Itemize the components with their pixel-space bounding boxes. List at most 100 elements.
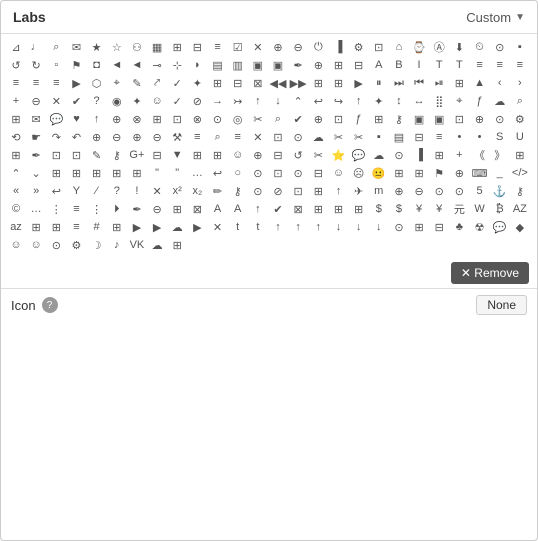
- icon-cell[interactable]: ⊘: [269, 182, 287, 200]
- icon-cell[interactable]: ▲: [471, 74, 489, 92]
- icon-cell[interactable]: •: [450, 128, 468, 146]
- icon-cell[interactable]: ⊞: [309, 200, 327, 218]
- icon-cell[interactable]: ✓: [168, 74, 186, 92]
- icon-cell[interactable]: ⊙: [450, 182, 468, 200]
- icon-cell[interactable]: ": [168, 164, 186, 182]
- icon-cell[interactable]: ⊕: [128, 128, 146, 146]
- icon-cell[interactable]: ⊙: [249, 164, 267, 182]
- icon-cell[interactable]: ¥: [410, 200, 428, 218]
- icon-cell[interactable]: ⊞: [410, 164, 428, 182]
- icon-cell[interactable]: ⌕: [47, 38, 65, 56]
- icon-cell[interactable]: ⊡: [269, 128, 287, 146]
- icon-cell[interactable]: ≡: [209, 38, 227, 56]
- icon-cell[interactable]: ✂: [329, 128, 347, 146]
- help-icon[interactable]: ?: [42, 297, 58, 313]
- icon-cell[interactable]: ♩: [27, 38, 45, 56]
- icon-cell[interactable]: ⊟: [229, 74, 247, 92]
- icon-cell[interactable]: ⊖: [148, 200, 166, 218]
- icon-cell[interactable]: ›: [511, 74, 529, 92]
- icon-cell[interactable]: ✈: [350, 182, 368, 200]
- icon-cell[interactable]: ⊟: [410, 128, 428, 146]
- icon-cell[interactable]: Ⓐ: [430, 38, 448, 56]
- icon-cell[interactable]: ▫: [47, 56, 65, 74]
- icon-cell[interactable]: ↑: [350, 92, 368, 110]
- icon-cell[interactable]: ☺: [7, 236, 25, 254]
- icon-cell[interactable]: 😐: [370, 164, 388, 182]
- icon-cell[interactable]: ✕: [249, 38, 267, 56]
- icon-cell[interactable]: ⚑: [67, 56, 85, 74]
- icon-cell[interactable]: ⊞: [148, 110, 166, 128]
- icon-cell[interactable]: G+: [128, 146, 146, 164]
- icon-cell[interactable]: ▼: [168, 146, 186, 164]
- icon-cell[interactable]: ↩: [47, 182, 65, 200]
- icon-cell[interactable]: ⏯: [430, 74, 448, 92]
- icon-cell[interactable]: ☛: [27, 128, 45, 146]
- icon-cell[interactable]: ☺: [329, 164, 347, 182]
- icon-cell[interactable]: ⌖: [108, 74, 126, 92]
- icon-cell[interactable]: ⊙: [249, 182, 267, 200]
- icon-cell[interactable]: ⬡: [88, 74, 106, 92]
- icon-cell[interactable]: ☑: [229, 38, 247, 56]
- icon-cell[interactable]: A: [209, 200, 227, 218]
- icon-cell[interactable]: ▶: [350, 74, 368, 92]
- icon-cell[interactable]: $: [390, 200, 408, 218]
- icon-cell[interactable]: ▐: [329, 38, 347, 56]
- icon-cell[interactable]: ▤: [390, 128, 408, 146]
- icon-cell[interactable]: #: [88, 218, 106, 236]
- icon-cell[interactable]: ⊗: [128, 110, 146, 128]
- icon-cell[interactable]: ↪: [329, 92, 347, 110]
- icon-cell[interactable]: ⚷: [229, 182, 247, 200]
- icon-cell[interactable]: ⊡: [370, 38, 388, 56]
- icon-cell[interactable]: ⊞: [47, 164, 65, 182]
- icon-cell[interactable]: ⏮: [410, 74, 428, 92]
- icon-cell[interactable]: ◆: [511, 218, 529, 236]
- icon-cell[interactable]: A: [229, 200, 247, 218]
- icon-cell[interactable]: ⊠: [188, 200, 206, 218]
- icon-cell[interactable]: 💬: [491, 218, 509, 236]
- icon-cell[interactable]: ⌕: [269, 110, 287, 128]
- icon-cell[interactable]: ⚷: [390, 110, 408, 128]
- icon-cell[interactable]: ◗: [188, 56, 206, 74]
- icon-cell[interactable]: m: [370, 182, 388, 200]
- icon-cell[interactable]: •: [471, 128, 489, 146]
- icon-cell[interactable]: ✕: [148, 182, 166, 200]
- icon-cell[interactable]: t: [249, 218, 267, 236]
- icon-cell[interactable]: ⁄: [88, 182, 106, 200]
- icon-cell[interactable]: ⏸: [370, 74, 388, 92]
- icon-cell[interactable]: ▪: [370, 128, 388, 146]
- icon-cell[interactable]: ⊞: [511, 146, 529, 164]
- icon-cell[interactable]: ☁: [309, 128, 327, 146]
- icon-cell[interactable]: ≡: [471, 56, 489, 74]
- icon-cell[interactable]: ⊗: [188, 110, 206, 128]
- icon-cell[interactable]: ✎: [128, 74, 146, 92]
- icon-cell[interactable]: ⊘: [188, 92, 206, 110]
- icon-cell[interactable]: I: [410, 56, 428, 74]
- icon-cell[interactable]: ⊖: [148, 128, 166, 146]
- icon-cell[interactable]: ©: [7, 200, 25, 218]
- icon-cell[interactable]: ⊙: [47, 236, 65, 254]
- icon-cell[interactable]: ⏻: [309, 38, 327, 56]
- icon-cell[interactable]: ⚷: [511, 182, 529, 200]
- icon-cell[interactable]: ✔: [289, 110, 307, 128]
- icon-cell[interactable]: ☺: [229, 146, 247, 164]
- icon-cell[interactable]: ⊞: [390, 164, 408, 182]
- icon-cell[interactable]: ⊞: [309, 74, 327, 92]
- icon-cell[interactable]: ○: [229, 164, 247, 182]
- icon-cell[interactable]: ⊖: [289, 38, 307, 56]
- icon-cell[interactable]: ⊞: [188, 146, 206, 164]
- icon-cell[interactable]: ⊞: [329, 200, 347, 218]
- icon-cell[interactable]: _: [491, 164, 509, 182]
- icon-cell[interactable]: ⊟: [350, 56, 368, 74]
- icon-cell[interactable]: ⊿: [7, 38, 25, 56]
- icon-cell[interactable]: </>: [511, 164, 529, 182]
- icon-cell[interactable]: ⏵: [108, 200, 126, 218]
- icon-cell[interactable]: ↑: [269, 218, 287, 236]
- icon-cell[interactable]: ✏: [209, 182, 227, 200]
- icon-cell[interactable]: ♪: [108, 236, 126, 254]
- icon-cell[interactable]: ⊞: [430, 146, 448, 164]
- icon-cell[interactable]: ⌕: [209, 128, 227, 146]
- icon-cell[interactable]: ▤: [209, 56, 227, 74]
- icon-cell[interactable]: !: [128, 182, 146, 200]
- icon-cell[interactable]: S: [491, 128, 509, 146]
- icon-cell[interactable]: ⌖: [450, 92, 468, 110]
